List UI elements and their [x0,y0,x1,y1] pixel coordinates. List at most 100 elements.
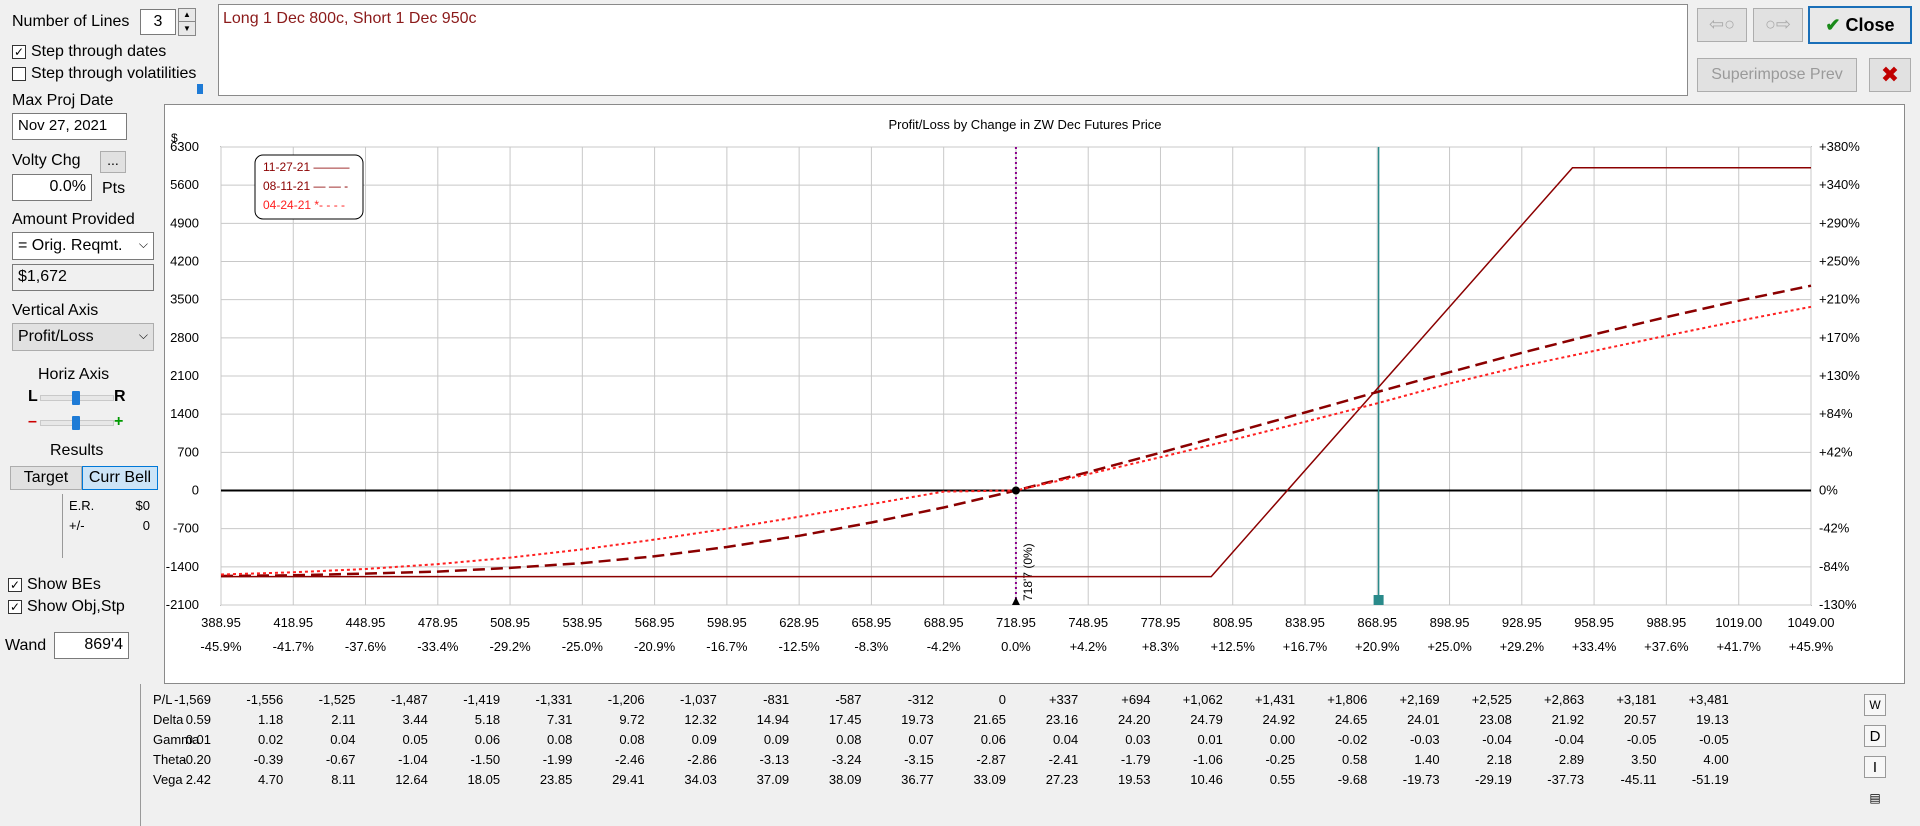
stats-cell: 24.20 [1118,712,1151,727]
amount-provided-select[interactable]: = Orig. Reqmt. ⌵ [12,232,154,260]
x-tick-label: 418.95 [273,615,313,630]
superimpose-prev-button[interactable]: Superimpose Prev [1697,58,1857,92]
y-tick-label: 0 [192,483,199,498]
stats-cell: -3.13 [760,752,790,767]
stats-cell: -1.50 [470,752,500,767]
side-d-button[interactable]: D [1864,725,1886,747]
stats-cell: 0.01 [1198,732,1223,747]
show-obj-checkbox[interactable]: ✓ Show Obj,Stp [8,598,125,616]
max-proj-date-input[interactable]: Nov 27, 2021 [12,113,127,140]
stats-cell: -0.20 [181,752,211,767]
curr-bell-button[interactable]: Curr Bell [82,466,158,490]
cancel-button[interactable]: ✖ [1869,58,1911,92]
checkbox-empty-icon [12,67,26,81]
x-pct-label: -16.7% [706,639,748,654]
x-icon: ✖ [1880,62,1900,87]
step-vols-checkbox[interactable]: Step through volatilities [12,65,196,83]
side-i-button[interactable]: I [1864,756,1886,778]
x-tick-label: 838.95 [1285,615,1325,630]
breakeven-dot [1011,486,1020,495]
right-tick-label: +42% [1819,444,1853,459]
amount-provided-label: Amount Provided [12,211,135,228]
stats-cell: -1.99 [543,752,573,767]
num-lines-spinner[interactable]: ▲ ▼ [178,8,196,36]
i-icon: I [1872,758,1878,776]
side-export-button[interactable]: ▤ [1864,787,1886,809]
right-tick-label: +290% [1819,215,1860,230]
target-button[interactable]: Target [10,466,82,490]
x-tick-label: 568.95 [635,615,675,630]
stats-cell: 37.09 [757,772,790,787]
close-button[interactable]: ✔ Close [1808,6,1912,44]
stats-cell: -3.15 [904,752,934,767]
stats-cell: 1.40 [1414,752,1439,767]
show-bes-checkbox[interactable]: ✓ Show BEs [8,576,101,594]
stats-cell: 12.32 [684,712,717,727]
volty-chg-label: Volty Chg [12,152,81,169]
stats-cell: -1,525 [319,692,356,707]
stats-cell: 24.79 [1190,712,1223,727]
wand-input[interactable]: 869'4 [54,632,129,659]
stats-cell: -9.68 [1338,772,1368,787]
chart-panel: Profit/Loss by Change in ZW Dec Futures … [164,104,1905,684]
vertical-axis-select[interactable]: Profit/Loss ⌵ [12,323,154,351]
stats-cell: -312 [908,692,934,707]
num-lines-input[interactable]: 3 [140,9,176,35]
y-tick-label: -700 [173,521,199,536]
stats-cell: 23.16 [1046,712,1079,727]
check-icon: ✓ [8,600,22,614]
vol-slider-icon[interactable] [190,84,210,94]
spin-up-icon[interactable]: ▲ [179,9,195,22]
stats-cell: 0.03 [1125,732,1150,747]
d-icon: D [1869,727,1881,745]
stats-cell: 2.89 [1559,752,1584,767]
right-tick-label: +210% [1819,292,1860,307]
horiz-zoom-thumb[interactable] [72,416,80,430]
horiz-lr-thumb[interactable] [72,391,80,405]
x-pct-label: +45.9% [1789,639,1834,654]
right-tick-label: -42% [1819,521,1850,536]
x-pct-label: +41.7% [1717,639,1762,654]
x-pct-label: +20.9% [1355,639,1400,654]
volty-chg-input[interactable]: 0.0% [12,174,92,201]
x-pct-label: +16.7% [1283,639,1328,654]
y-tick-label: 1400 [170,406,199,421]
y-tick-label: 6300 [170,139,199,154]
x-tick-label: 748.95 [1068,615,1108,630]
right-tick-label: -84% [1819,559,1850,574]
stats-cell: 2.11 [331,712,355,727]
step-dates-checkbox[interactable]: ✓ Step through dates [12,43,166,61]
x-pct-label: -4.2% [927,639,961,654]
description-box[interactable]: Long 1 Dec 800c, Short 1 Dec 950c [218,4,1688,96]
right-tick-label: 0% [1819,483,1838,498]
volty-chg-more-button[interactable]: ... [100,151,126,173]
x-pct-label: +33.4% [1572,639,1617,654]
er-value: $0 [135,498,150,513]
x-pct-label: +25.0% [1427,639,1472,654]
stats-cell: +2,169 [1400,692,1440,707]
stats-cell: -0.05 [1699,732,1729,747]
x-tick-label: 598.95 [707,615,747,630]
legend-item: 11-27-21 ——— [263,160,349,174]
stats-cell: 0 [999,692,1006,707]
x-pct-label: 0.0% [1001,639,1031,654]
x-pct-label: -41.7% [273,639,315,654]
forward-arrow-button[interactable]: ○⇨ [1753,8,1803,42]
close-label: Close [1845,15,1895,35]
stats-cell: 0.04 [330,732,355,747]
stats-cell: 4.00 [1703,752,1728,767]
stats-cell: 0.06 [981,732,1006,747]
x-pct-label: -8.3% [854,639,888,654]
vertical-axis-value: Profit/Loss [18,328,94,345]
side-w-button[interactable]: W [1864,694,1886,716]
step-vols-label: Step through volatilities [31,65,197,82]
pl-chart[interactable]: Profit/Loss by Change in ZW Dec Futures … [165,105,1906,685]
back-arrow-button[interactable]: ⇦○ [1697,8,1747,42]
stats-cell: 0.05 [403,732,428,747]
legend: 11-27-21 ——— 08-11-21 — — - 04-24-21 *- - … [254,154,364,220]
stats-cell: -0.05 [1627,732,1657,747]
stats-cell: 2.42 [186,772,211,787]
stats-cell: 17.45 [829,712,862,727]
forward-arrow-icon: ○⇨ [1765,14,1791,34]
spin-down-icon[interactable]: ▼ [179,22,195,35]
